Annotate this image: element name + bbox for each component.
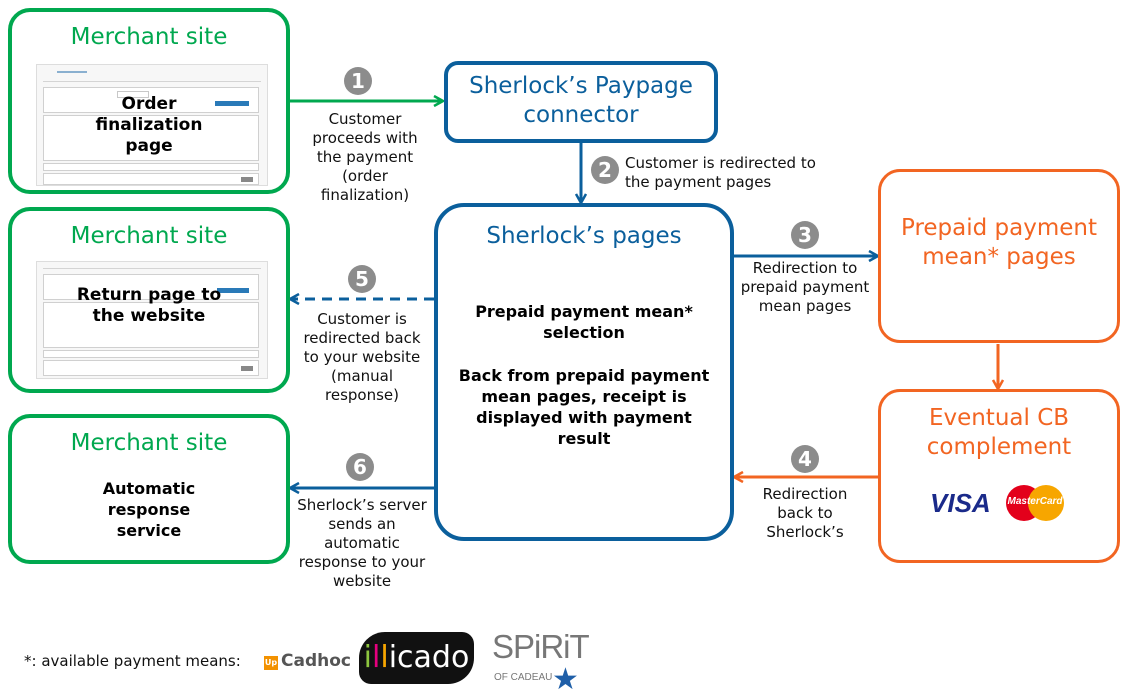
cb-complement-box: Eventual CB complement [878, 389, 1120, 563]
paypage-connector-box: Sherlock’s Paypage connector [444, 61, 718, 143]
merchant-site-auto-box: Merchant site Automatic response service [8, 414, 290, 564]
mastercard-logo: MasterCard [1006, 485, 1064, 521]
step-5-label: Customer is redirected back to your webs… [303, 310, 421, 404]
step-3-badge: 3 [791, 221, 819, 249]
visa-logo: VISA [930, 488, 991, 518]
merchant-site-return-box: Merchant site Return page to the website [8, 207, 290, 393]
paypage-connector-title: Sherlock’s Paypage connector [469, 73, 693, 128]
merchant-site-title: Merchant site [70, 430, 228, 456]
cadhoc-logo: Up Cadhoc [264, 651, 351, 671]
return-page-label: Return page to the website [76, 285, 222, 326]
step-6-badge: 6 [346, 453, 374, 481]
step-6-label: Sherlock’s server sends an automatic res… [297, 496, 427, 590]
step-2-label: Customer is redirected to the payment pa… [625, 154, 816, 191]
spirit-of-cadeau-logo: SPiRiT OF CADEAU ★ [492, 628, 590, 697]
step-1-badge: 1 [344, 67, 372, 95]
illicado-logo: illicado [359, 632, 474, 684]
footnote-text: *: available payment means: [24, 652, 241, 670]
step-4-badge: 4 [791, 445, 819, 473]
step-2-badge: 2 [591, 156, 619, 184]
merchant-site-order-box: Merchant site Order finalization page [8, 8, 290, 194]
star-icon: ★ [552, 662, 579, 697]
prepaid-pages-title: Prepaid payment mean* pages [900, 215, 1098, 270]
cadhoc-badge: Up [264, 656, 278, 670]
sherlock-pages-box: Sherlock’s pages Prepaid payment mean* s… [434, 203, 734, 541]
automatic-response-service-label: Automatic response service [102, 479, 196, 540]
sherlock-pages-title: Sherlock’s pages [486, 223, 682, 249]
prepaid-selection-text: Prepaid payment mean* selection [475, 302, 693, 342]
prepaid-pages-box: Prepaid payment mean* pages [878, 169, 1120, 343]
receipt-text: Back from prepaid payment mean pages, re… [458, 366, 710, 448]
step-4-label: Redirection back to Sherlock’s [762, 485, 848, 541]
merchant-site-title: Merchant site [70, 24, 228, 50]
merchant-site-title: Merchant site [70, 223, 228, 249]
step-1-label: Customer proceeds with the payment (orde… [312, 110, 418, 204]
cb-complement-title: Eventual CB complement [926, 405, 1072, 460]
order-finalization-label: Order finalization page [95, 94, 203, 156]
step-5-badge: 5 [348, 265, 376, 293]
step-3-label: Redirection to prepaid payment mean page… [740, 259, 870, 315]
